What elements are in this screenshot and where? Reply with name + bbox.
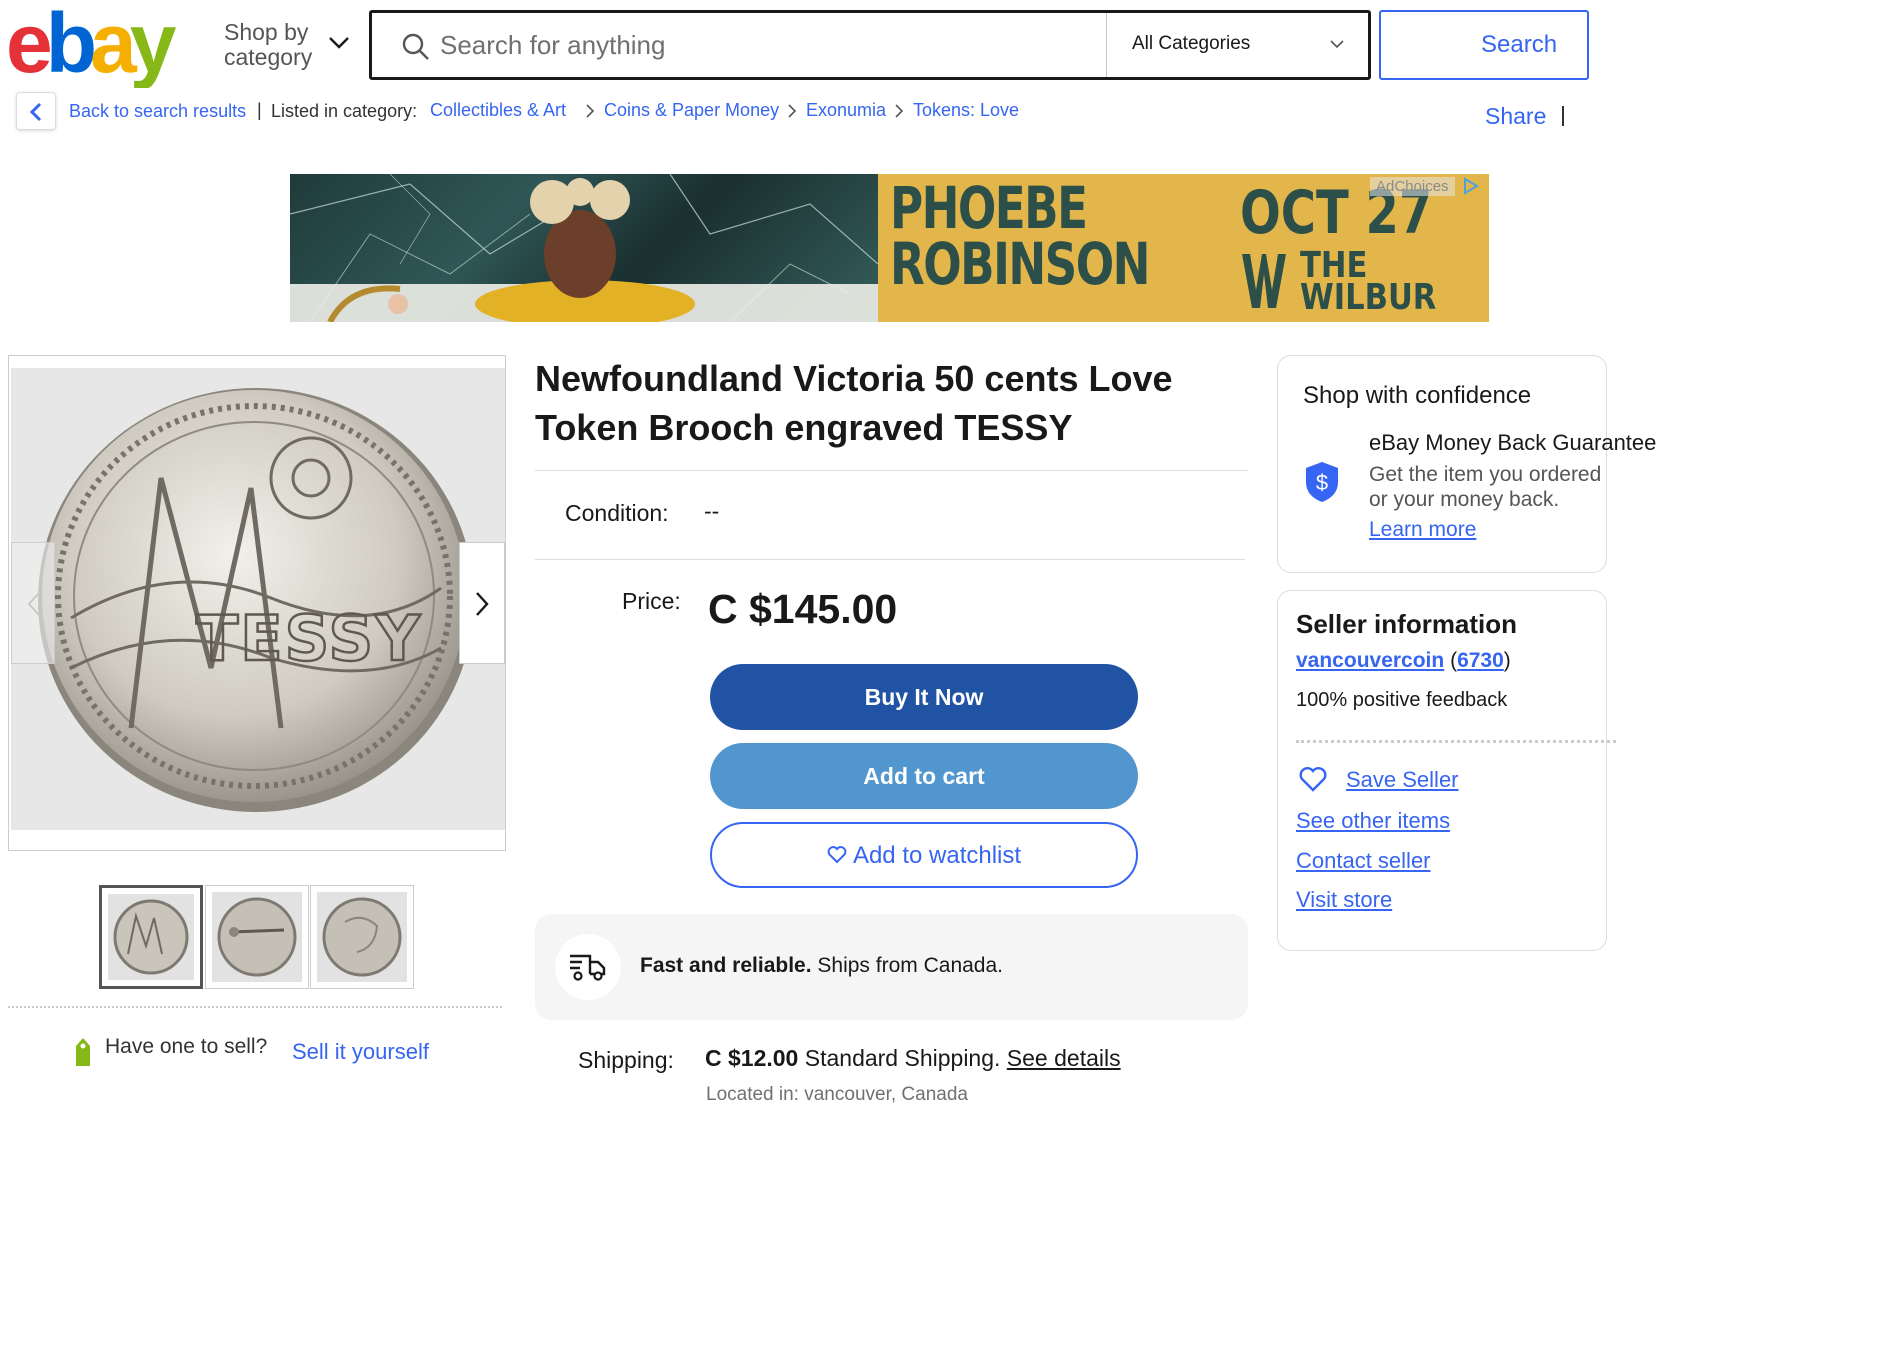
add-to-watchlist-label: Add to watchlist	[852, 842, 1022, 869]
divider	[535, 559, 1245, 560]
thumbnail-2[interactable]	[205, 885, 309, 989]
ad-image	[290, 174, 879, 322]
breadcrumb-collectibles[interactable]: Collectibles & Art	[430, 100, 566, 121]
learn-more-link[interactable]: Learn more	[1369, 518, 1476, 542]
coin-image: TESSY	[38, 388, 474, 812]
ad-photo	[290, 174, 879, 322]
see-other-items-link[interactable]: See other items	[1296, 808, 1450, 834]
back-to-results-link[interactable]: Back to search results	[69, 101, 246, 122]
chevron-left-icon	[27, 592, 40, 616]
ad-venue: THE WILBUR	[1300, 245, 1437, 318]
breadcrumb-exonumia[interactable]: Exonumia	[806, 100, 886, 121]
category-select[interactable]: All Categories	[1132, 33, 1250, 55]
money-back-title: eBay Money Back Guarantee	[1369, 430, 1657, 455]
shipping-value: C $12.00 Standard Shipping. See details	[705, 1045, 1121, 1071]
gallery-next-button[interactable]	[459, 542, 505, 664]
gallery-prev-button[interactable]	[11, 542, 55, 664]
search-icon	[402, 33, 429, 60]
image-gallery: TESSY	[8, 355, 506, 851]
chevron-right-icon	[788, 104, 797, 118]
item-title: Newfoundland Victoria 50 cents Love Toke…	[535, 358, 1173, 448]
svg-text:ebay: ebay	[6, 6, 177, 88]
add-to-watchlist-button[interactable]: Add to watchlist	[710, 822, 1138, 888]
price-tag-icon	[76, 1038, 90, 1066]
ebay-logo[interactable]: ebay	[6, 6, 202, 88]
divider	[535, 470, 1248, 471]
shop-by-category-button[interactable]: Shop by category	[224, 20, 324, 70]
share-link[interactable]: Share	[1485, 103, 1546, 130]
seller-title: Seller information	[1296, 609, 1518, 639]
shop-with-confidence-panel: Shop with confidence $ eBay Money Back G…	[1277, 355, 1656, 573]
shipping-label: Shipping:	[578, 1047, 674, 1073]
chevron-right-icon	[476, 592, 489, 616]
feedback-count-link[interactable]: 6730	[1457, 649, 1504, 672]
sell-it-yourself-link[interactable]: Sell it yourself	[292, 1039, 429, 1065]
item-location: Located in: vancouver, Canada	[706, 1084, 968, 1105]
breadcrumb-tokens-love[interactable]: Tokens: Love	[913, 100, 1019, 121]
shield-dollar-icon: $	[1306, 462, 1338, 502]
divider	[8, 1006, 502, 1008]
visit-store-link[interactable]: Visit store	[1296, 887, 1392, 913]
svg-text:$: $	[1316, 470, 1328, 495]
back-button[interactable]	[16, 92, 56, 130]
breadcrumb-separator: |	[257, 100, 262, 120]
chevron-down-icon[interactable]	[328, 36, 350, 50]
search-button[interactable]: Search	[1379, 10, 1589, 80]
heart-icon	[827, 845, 847, 864]
adchoices-label[interactable]: AdChoices	[1370, 177, 1455, 196]
chevron-right-icon	[895, 104, 904, 118]
listed-in-label: Listed in category:	[271, 101, 418, 121]
adchoices-icon[interactable]	[1462, 177, 1480, 195]
engraving-text: TESSY	[196, 602, 422, 675]
shipping-highlight: Fast and reliable. Ships from Canada.	[535, 914, 1248, 1020]
share-divider	[1562, 106, 1564, 126]
seller-name-link[interactable]: vancouvercoin	[1296, 649, 1444, 672]
divider	[1296, 740, 1616, 743]
heart-icon[interactable]	[1298, 767, 1328, 793]
truck-icon-container	[555, 934, 621, 1000]
price-value: C $145.00	[708, 586, 898, 632]
condition-label: Condition:	[565, 500, 669, 526]
thumbnail-image	[317, 892, 407, 982]
main-product-image[interactable]: TESSY	[11, 368, 505, 830]
search-input[interactable]	[440, 23, 1100, 67]
chevron-right-icon	[586, 104, 595, 118]
shipping-highlight-text: Fast and reliable. Ships from Canada.	[640, 954, 1003, 977]
price-label: Price:	[622, 588, 681, 614]
save-seller-link[interactable]: Save Seller	[1346, 767, 1459, 793]
ad-banner[interactable]: PHOEBE ROBINSON OCT 27 THE WILBUR AdChoi…	[290, 174, 1489, 322]
confidence-title: Shop with confidence	[1303, 382, 1532, 409]
buy-it-now-button[interactable]: Buy It Now	[710, 664, 1138, 730]
thumbnail-3[interactable]	[310, 885, 414, 989]
chevron-down-icon[interactable]	[1330, 40, 1344, 49]
add-to-cart-button[interactable]: Add to cart	[710, 743, 1138, 809]
contact-seller-link[interactable]: Contact seller	[1296, 848, 1431, 874]
have-one-to-sell-label: Have one to sell?	[105, 1035, 268, 1058]
thumbnail-image	[212, 892, 302, 982]
thumbnail-image	[108, 894, 194, 980]
breadcrumb-coins[interactable]: Coins & Paper Money	[604, 100, 779, 121]
search-bar: All Categories	[369, 10, 1371, 80]
positive-feedback: 100% positive feedback	[1296, 689, 1508, 711]
seller-name-row: vancouvercoin (6730)	[1296, 649, 1511, 672]
search-divider	[1106, 13, 1107, 77]
money-back-description: Get the item you ordered or your money b…	[1369, 463, 1602, 511]
seller-information-panel: Seller information vancouvercoin (6730) …	[1277, 590, 1616, 951]
condition-value: --	[704, 498, 720, 524]
chevron-left-icon	[29, 102, 42, 122]
see-details-link[interactable]: See details	[1007, 1045, 1121, 1071]
truck-icon	[570, 954, 606, 981]
ad-headline: PHOEBE ROBINSON	[890, 174, 1150, 298]
venue-logo-icon	[1242, 254, 1286, 308]
shop-by-category-label: Shop by category	[224, 19, 313, 70]
thumbnail-1[interactable]	[99, 885, 203, 989]
